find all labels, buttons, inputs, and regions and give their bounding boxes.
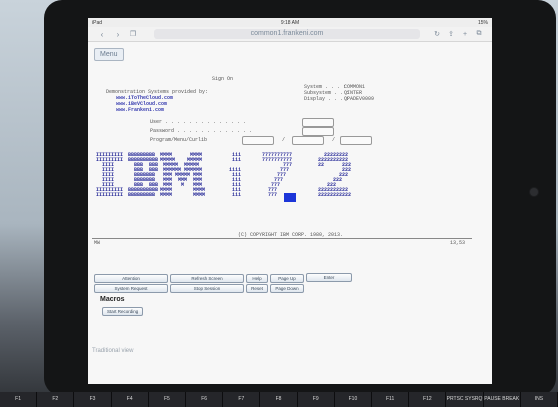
keyboard-key[interactable]: F6 xyxy=(186,392,224,407)
keyboard-key[interactable]: F3 xyxy=(74,392,112,407)
keyboard-key[interactable]: INS xyxy=(520,392,558,407)
keyboard-key[interactable]: F9 xyxy=(297,392,335,407)
status-time: 9:18 AM xyxy=(280,19,300,26)
menu-field[interactable] xyxy=(292,136,324,145)
keyboard-key[interactable]: F8 xyxy=(260,392,298,407)
curlib-field[interactable] xyxy=(340,136,372,145)
terminal-screen: Sign On System . . . : COMMON1 Subsystem… xyxy=(92,62,472,267)
user-label: User . . . . . . . . . . . . . . xyxy=(150,119,247,125)
keyboard-key[interactable]: F7 xyxy=(223,392,261,407)
macros-title: Macros xyxy=(100,296,125,303)
display-label: Display . . . : xyxy=(304,96,350,102)
browser-toolbar: ‹ › ❐ common1.frankeni.com ↻ ⇪ + ⧉ xyxy=(88,27,492,42)
home-button-camera xyxy=(530,188,538,196)
attention-button[interactable]: Attention xyxy=(94,274,168,283)
display-value: QPADEV0009 xyxy=(344,96,375,102)
separator: / xyxy=(332,137,336,143)
provider-url: www.Frankeni.com xyxy=(116,107,165,113)
bookmarks-icon[interactable]: ❐ xyxy=(126,30,140,38)
keyboard-key[interactable]: F1 xyxy=(0,392,38,407)
physical-keyboard: F1 F2 F3 F4 F5 F6 F7 F8 F9 F10 F11 F12 P… xyxy=(0,392,558,407)
user-field[interactable] xyxy=(302,118,334,127)
keyboard-key[interactable]: F4 xyxy=(111,392,149,407)
back-icon[interactable]: ‹ xyxy=(94,30,110,39)
refresh-screen-button[interactable]: Refresh Screen xyxy=(170,274,244,283)
address-bar[interactable]: common1.frankeni.com xyxy=(154,29,420,39)
forward-icon[interactable]: › xyxy=(110,30,126,39)
stop-session-button[interactable]: Stop Session xyxy=(170,284,244,293)
status-carrier: iPad xyxy=(92,19,103,26)
password-label: Password . . . . . . . . . . . . . xyxy=(150,128,253,134)
logo-7: 7777777777 7777777777 777 777 777 777 77… xyxy=(262,152,293,198)
password-field[interactable] xyxy=(302,127,334,136)
traditional-view-link[interactable]: Traditional view xyxy=(92,348,133,354)
keyboard-key[interactable]: PRTSC SYSRQ xyxy=(446,392,484,407)
enter-button[interactable]: Enter xyxy=(306,273,352,282)
program-label: Program/Menu/Curlib xyxy=(150,137,208,143)
reload-icon[interactable]: ↻ xyxy=(430,30,444,38)
status-battery: 15% xyxy=(477,19,488,26)
logo-2: 22222222 2222222222 22 222 222 222 222 2… xyxy=(318,152,352,198)
signon-title: Sign On xyxy=(212,76,234,82)
status-indicator: MW xyxy=(94,240,101,246)
keyboard-key[interactable]: F11 xyxy=(372,392,410,407)
browser-screen: iPad 9:18 AM 15% ‹ › ❐ common1.frankeni.… xyxy=(88,18,492,384)
page-down-button[interactable]: Page Down xyxy=(270,284,304,293)
separator: / xyxy=(282,137,286,143)
logo-letter-i: IIIIIIIII IIIIIIIII IIII IIII IIII IIII … xyxy=(96,152,124,198)
keyboard-key[interactable]: F2 xyxy=(37,392,75,407)
keyboard-key[interactable]: F12 xyxy=(409,392,447,407)
keyboard-key[interactable]: F10 xyxy=(334,392,373,407)
menu-button[interactable]: Menu xyxy=(94,48,124,61)
reset-button[interactable]: Reset xyxy=(246,284,268,293)
logo-letter-b: BBBBBBBBB BBBBBBBBBB BBB BBB BBB BBB BBB… xyxy=(128,152,159,198)
cursor-position: 13,53 xyxy=(450,240,466,246)
page-up-button[interactable]: Page Up xyxy=(270,274,304,283)
status-bar: iPad 9:18 AM 15% xyxy=(88,18,492,27)
help-button[interactable]: Help xyxy=(246,274,268,283)
start-recording-button[interactable]: Start Recording xyxy=(102,307,144,316)
text-cursor xyxy=(284,193,296,202)
tabs-icon[interactable]: ⧉ xyxy=(472,30,486,38)
program-field[interactable] xyxy=(242,136,274,145)
logo-i: iii iii iiii iii iii iii iii iii xyxy=(229,152,242,198)
terminal-divider xyxy=(92,238,472,239)
share-icon[interactable]: ⇪ xyxy=(444,30,458,38)
system-request-button[interactable]: System Request xyxy=(94,284,168,293)
keyboard-key[interactable]: PAUSE BREAK xyxy=(483,392,521,407)
keyboard-key[interactable]: F5 xyxy=(148,392,187,407)
new-tab-icon[interactable]: + xyxy=(458,31,472,38)
logo-letter-m: MMMM MMMM MMMMM MMMMM MMMMM MMMMM MMMMMM… xyxy=(160,152,206,198)
